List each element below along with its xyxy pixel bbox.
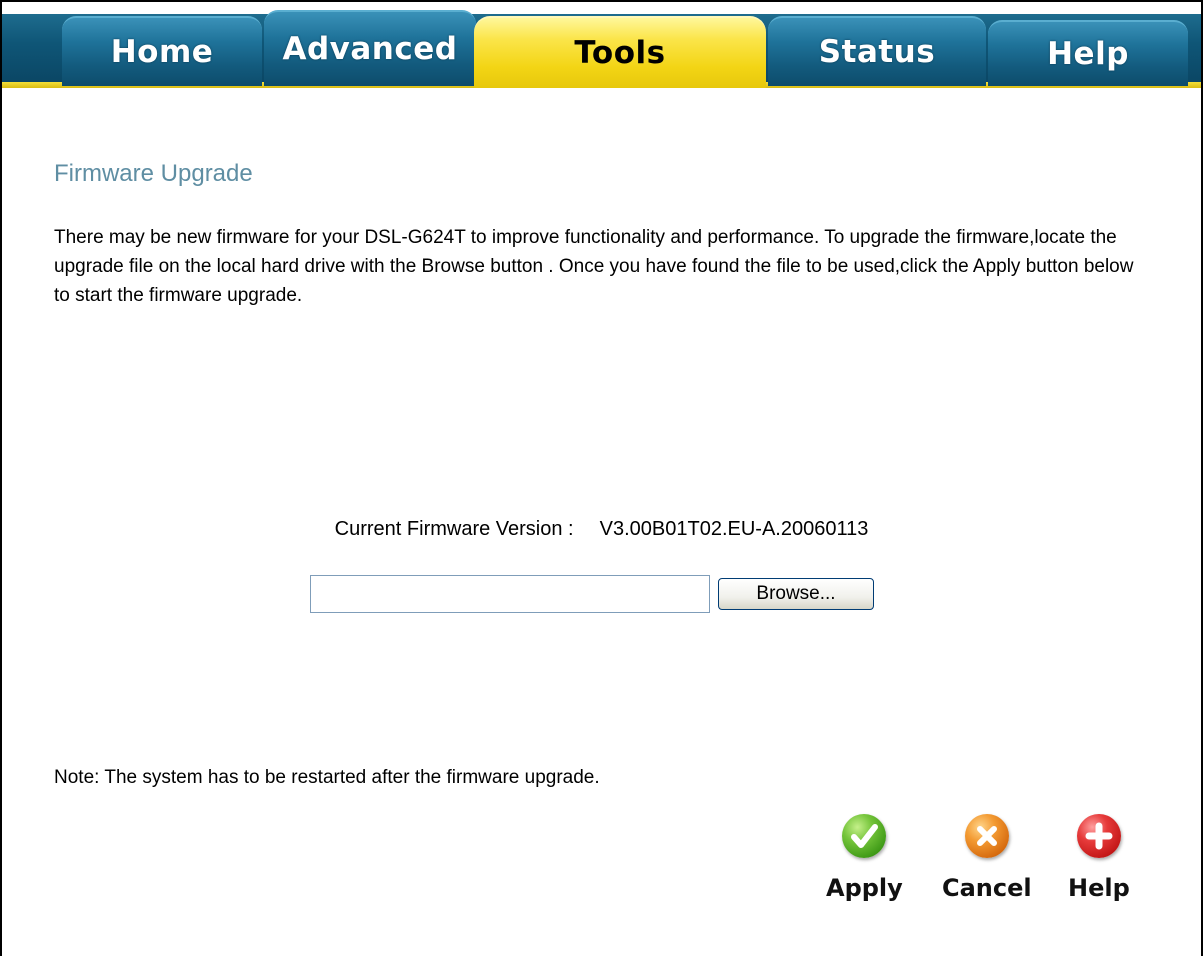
check-icon (842, 814, 887, 858)
plus-icon (1076, 814, 1121, 858)
x-icon (964, 814, 1009, 858)
intro-text: There may be new firmware for your DSL-G… (54, 227, 1134, 306)
firmware-upload-row: Browse... (310, 575, 874, 613)
apply-button[interactable]: Apply (826, 814, 903, 902)
main-nav-tabs: Home Advanced Tools Status Help (2, 2, 1201, 90)
tab-help[interactable]: Help (988, 20, 1188, 86)
help-label: Help (1068, 874, 1130, 902)
firmware-version-label: Current Firmware Version : (334, 518, 574, 540)
apply-label: Apply (826, 874, 903, 902)
firmware-version-value: V3.00B01T02.EU-A.20060113 (599, 518, 869, 540)
tab-status[interactable]: Status (768, 16, 986, 86)
firmware-version-row: Current Firmware Version : V3.00B01T02.EU… (2, 518, 1201, 541)
router-admin-window: Home Advanced Tools Status Help Firmware… (0, 0, 1203, 956)
tab-advanced[interactable]: Advanced (264, 10, 476, 86)
cancel-label: Cancel (942, 874, 1032, 902)
help-button[interactable]: Help (1068, 814, 1130, 902)
page-title: Firmware Upgrade (54, 160, 253, 187)
firmware-file-input[interactable] (310, 575, 710, 613)
tab-home[interactable]: Home (62, 16, 262, 86)
restart-note: Note: The system has to be restarted aft… (54, 767, 600, 788)
cancel-button[interactable]: Cancel (942, 814, 1032, 902)
tab-tools[interactable]: Tools (474, 16, 766, 88)
browse-button[interactable]: Browse... (718, 578, 874, 610)
